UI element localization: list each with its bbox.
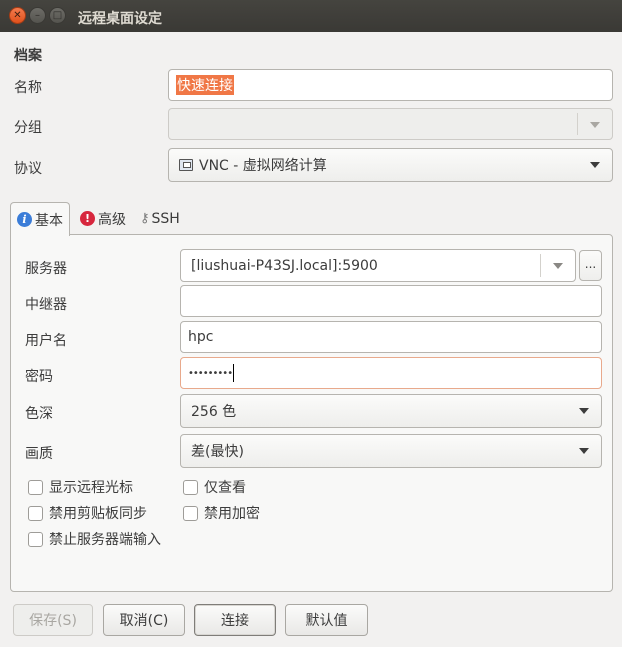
- chevron-down-icon: [590, 122, 600, 128]
- chevron-down-icon: [579, 448, 589, 454]
- disable-server-input-checkbox[interactable]: 禁止服务器端输入: [28, 529, 161, 549]
- checkbox-box: [28, 505, 43, 521]
- checkbox-box: [183, 505, 198, 521]
- username-value: hpc: [188, 329, 214, 345]
- password-label: 密码: [25, 369, 53, 385]
- password-field[interactable]: •••••••••: [180, 357, 602, 389]
- quality-value: 差(最快): [191, 444, 244, 460]
- group-label: 分组: [14, 120, 42, 136]
- disable-clipboard-sync-label: 禁用剪贴板同步: [49, 506, 147, 522]
- server-value: [liushuai-P43SJ.local]:5900: [191, 257, 378, 274]
- quality-label: 画质: [25, 446, 53, 462]
- tab-advanced-label: 高级: [98, 211, 126, 228]
- profile-section-title: 档案: [14, 48, 42, 64]
- window-title: 远程桌面设定: [78, 11, 162, 27]
- name-value: 快速连接: [176, 75, 234, 95]
- color-depth-select[interactable]: 256 色: [180, 394, 602, 428]
- tab-ssh[interactable]: ⚷ SSH: [134, 202, 194, 235]
- protocol-value: VNC - 虚拟网络计算: [199, 158, 327, 174]
- save-button[interactable]: 保存(S): [13, 604, 93, 636]
- info-icon: i: [17, 212, 32, 227]
- name-field[interactable]: 快速连接: [168, 69, 613, 101]
- disable-clipboard-sync-checkbox[interactable]: 禁用剪贴板同步: [28, 503, 147, 523]
- server-browse-button[interactable]: ...: [579, 250, 602, 281]
- repeater-label: 中继器: [25, 297, 67, 313]
- server-combo-entry[interactable]: [liushuai-P43SJ.local]:5900: [180, 249, 576, 282]
- tab-advanced[interactable]: ! 高级: [74, 202, 136, 235]
- show-remote-cursor-label: 显示远程光标: [49, 480, 133, 496]
- checkbox-box: [183, 479, 198, 495]
- server-combo-separator: [540, 254, 541, 277]
- connect-button[interactable]: 连接: [194, 604, 276, 636]
- color-depth-label: 色深: [25, 406, 53, 422]
- quality-select[interactable]: 差(最快): [180, 434, 602, 468]
- repeater-field[interactable]: [180, 285, 602, 317]
- tab-basic[interactable]: i 基本: [10, 202, 70, 236]
- title-bar: ✕ – □ 远程桌面设定: [0, 0, 622, 32]
- color-depth-value: 256 色: [191, 404, 237, 420]
- disable-encryption-checkbox[interactable]: 禁用加密: [183, 503, 260, 523]
- warning-icon: !: [80, 211, 95, 226]
- checkbox-box: [28, 531, 43, 547]
- group-combo-separator: [577, 113, 578, 135]
- checkbox-box: [28, 479, 43, 495]
- name-label: 名称: [14, 80, 42, 96]
- username-field[interactable]: hpc: [180, 321, 602, 353]
- show-remote-cursor-checkbox[interactable]: 显示远程光标: [28, 477, 133, 497]
- protocol-select[interactable]: VNC - 虚拟网络计算: [168, 148, 613, 182]
- username-label: 用户名: [25, 333, 67, 349]
- chevron-down-icon: [590, 162, 600, 168]
- password-value: •••••••••: [188, 367, 233, 379]
- chevron-down-icon: [553, 263, 563, 269]
- server-label: 服务器: [25, 261, 67, 277]
- vnc-plugin-icon: [179, 159, 193, 171]
- minimize-window-button[interactable]: –: [29, 7, 46, 24]
- tab-basic-label: 基本: [35, 212, 63, 229]
- view-only-checkbox[interactable]: 仅查看: [183, 477, 246, 497]
- cancel-button[interactable]: 取消(C): [103, 604, 185, 636]
- chevron-down-icon: [579, 408, 589, 414]
- tab-ssh-label: SSH: [151, 210, 180, 227]
- key-icon: ⚷: [140, 211, 150, 226]
- disable-encryption-label: 禁用加密: [204, 506, 260, 522]
- close-window-button[interactable]: ✕: [9, 7, 26, 24]
- text-cursor: [233, 364, 235, 382]
- disable-server-input-label: 禁止服务器端输入: [49, 532, 161, 548]
- maximize-window-button[interactable]: □: [49, 7, 66, 24]
- view-only-label: 仅查看: [204, 480, 246, 496]
- default-values-button[interactable]: 默认值: [285, 604, 368, 636]
- protocol-label: 协议: [14, 161, 42, 177]
- group-combo[interactable]: [168, 108, 613, 140]
